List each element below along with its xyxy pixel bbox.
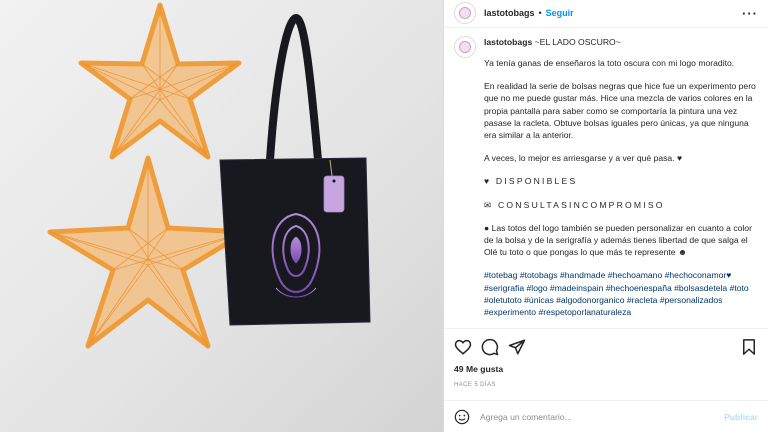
caption-paragraph: En realidad la serie de bolsas negras qu… [484, 81, 756, 140]
caption-paragraph: Ya tenía ganas de enseñaros la toto oscu… [484, 57, 735, 68]
post-timestamp[interactable]: HACE 5 DÍAS [444, 378, 768, 400]
publish-button[interactable]: Publicar [724, 412, 758, 422]
caption-paragraph: A veces, lo mejor es arriesgarse y a ver… [484, 153, 683, 164]
follow-button[interactable]: Seguir [546, 8, 574, 18]
heart-icon[interactable] [454, 338, 472, 356]
caption-paragraph: ● Las totos del logo también se pueden p… [484, 222, 752, 258]
comment-box: Publicar [444, 400, 768, 432]
caption-title: ~EL LADO OSCURO~ [534, 36, 621, 47]
header-separator: • [538, 8, 542, 19]
action-bar [444, 328, 768, 364]
header-username[interactable]: lastotobags [484, 8, 535, 18]
bookmark-icon[interactable] [740, 338, 758, 356]
caption-title-line: lastotobags ~EL LADO OSCURO~ [484, 36, 758, 49]
comment-input[interactable] [480, 411, 725, 422]
caption-avatar[interactable] [454, 35, 476, 58]
comment-icon[interactable] [481, 338, 499, 356]
caption-text: Ya tenía ganas de enseñaros la toto oscu… [484, 57, 758, 318]
likes-count[interactable]: 49 Me gusta [444, 364, 768, 378]
avatar[interactable] [454, 2, 476, 25]
more-options-icon[interactable]: ··· [742, 6, 758, 21]
photo-illustration [0, 0, 443, 432]
caption-hashtags[interactable]: #totebag #totobags #handmade #hechoamano… [484, 269, 758, 318]
caption-area[interactable]: lastotobags ~EL LADO OSCURO~ Ya tenía ga… [444, 28, 768, 328]
caption-paragraph: ✉ CONSULTASINCOMPROMISO [484, 199, 665, 210]
caption-username[interactable]: lastotobags [484, 37, 532, 47]
caption-paragraph: ♥ DISPONIBLES [484, 176, 578, 187]
post-photo[interactable] [0, 0, 443, 432]
post-header: lastotobags • Seguir ··· [444, 0, 768, 28]
post-side-panel: lastotobags • Seguir ··· lastotobags ~EL… [443, 0, 768, 432]
emoji-icon[interactable] [454, 409, 470, 425]
share-icon[interactable] [508, 338, 526, 356]
